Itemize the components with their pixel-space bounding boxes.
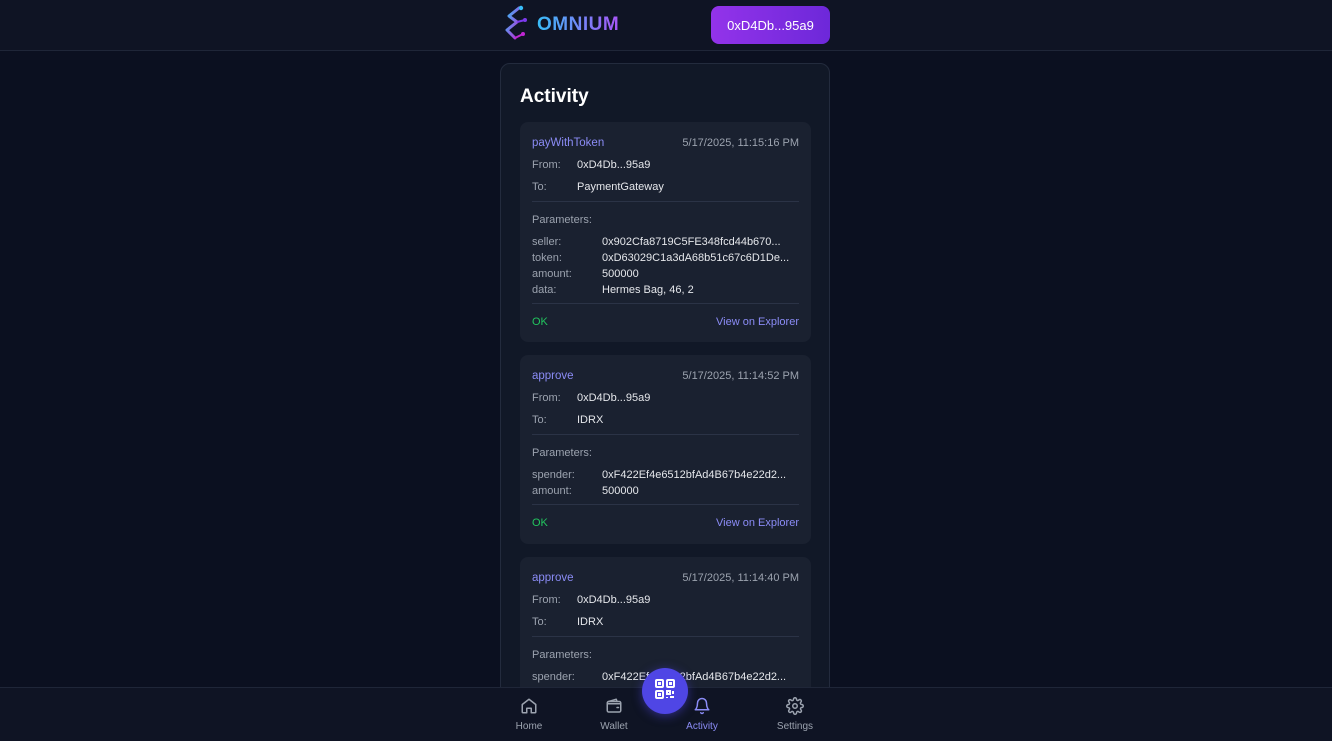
param-name: token: <box>532 252 562 264</box>
divider <box>532 434 799 435</box>
to-address: IDRX <box>577 616 604 628</box>
divider <box>532 201 799 202</box>
home-icon <box>520 697 538 721</box>
param-name: spender: <box>532 671 575 683</box>
nav-wallet-label: Wallet <box>600 721 628 732</box>
brand-name: OMNIUM <box>537 14 620 35</box>
function-name: approve <box>532 572 574 584</box>
status-badge: OK <box>532 517 548 529</box>
function-name: payWithToken <box>532 137 605 149</box>
from-label: From: <box>532 159 561 171</box>
function-name: approve <box>532 370 574 382</box>
nav-settings[interactable]: Settings <box>765 697 825 737</box>
bell-icon <box>693 697 711 721</box>
param-name: spender: <box>532 469 575 481</box>
view-on-explorer-link[interactable]: View on Explorer <box>716 516 799 530</box>
divider <box>532 504 799 505</box>
param-value: 500000 <box>602 485 639 497</box>
divider <box>532 303 799 304</box>
scan-qr-button[interactable] <box>642 668 688 714</box>
param-value: 0x902Cfa8719C5FE348fcd44b670... <box>602 236 781 248</box>
to-address: IDRX <box>577 414 604 426</box>
nav-settings-label: Settings <box>776 721 814 732</box>
from-address: 0xD4Db...95a9 <box>577 392 651 404</box>
to-label: To: <box>532 414 547 426</box>
parameters-label: Parameters: <box>532 649 592 661</box>
to-label: To: <box>532 616 547 628</box>
to-address: PaymentGateway <box>577 181 664 193</box>
param-value: 500000 <box>602 268 639 280</box>
param-name: data: <box>532 284 557 296</box>
transaction-card: payWithToken 5/17/2025, 11:15:16 PM From… <box>520 122 811 342</box>
status-badge: OK <box>532 316 548 328</box>
from-address: 0xD4Db...95a9 <box>577 594 651 606</box>
parameters-label: Parameters: <box>532 214 592 226</box>
nav-home-label: Home <box>515 721 543 732</box>
param-name: seller: <box>532 236 562 248</box>
param-name: amount: <box>532 268 572 280</box>
omnium-logo-icon <box>501 4 531 47</box>
from-address: 0xD4Db...95a9 <box>577 159 651 171</box>
from-label: From: <box>532 392 561 404</box>
wallet-icon <box>605 697 623 721</box>
param-value: 0xD63029C1a3dA68b51c67c6D1De... <box>602 252 790 264</box>
timestamp: 5/17/2025, 11:14:40 PM <box>682 572 799 584</box>
divider <box>532 636 799 637</box>
param-value: Hermes Bag, 46, 2 <box>602 284 694 296</box>
brand[interactable]: OMNIUM <box>501 4 620 47</box>
qr-code-icon <box>653 677 677 706</box>
transaction-card: approve 5/17/2025, 11:14:52 PM From: 0xD4… <box>520 355 811 544</box>
nav-wallet[interactable]: Wallet <box>584 697 644 737</box>
param-value: 0xF422Ef4e6512bfAd4B67b4e22d2... <box>602 469 787 481</box>
nav-activity-label: Activity <box>686 721 718 732</box>
wallet-address-button[interactable]: 0xD4Db...95a9 <box>711 6 830 44</box>
timestamp: 5/17/2025, 11:14:52 PM <box>682 370 799 382</box>
to-label: To: <box>532 181 547 193</box>
from-label: From: <box>532 594 561 606</box>
parameters-label: Parameters: <box>532 447 592 459</box>
param-value: 0xF422Ef4e6512bfAd4B67b4e22d2... <box>602 671 787 683</box>
timestamp: 5/17/2025, 11:15:16 PM <box>682 137 799 149</box>
activity-panel: Activity payWithToken 5/17/2025, 11:15:1… <box>500 63 830 703</box>
param-name: amount: <box>532 485 572 497</box>
nav-home[interactable]: Home <box>499 697 559 737</box>
gear-icon <box>786 697 804 721</box>
top-bar: OMNIUM 0xD4Db...95a9 <box>0 0 1332 51</box>
page-title: Activity <box>520 86 589 107</box>
view-on-explorer-link[interactable]: View on Explorer <box>716 315 799 329</box>
